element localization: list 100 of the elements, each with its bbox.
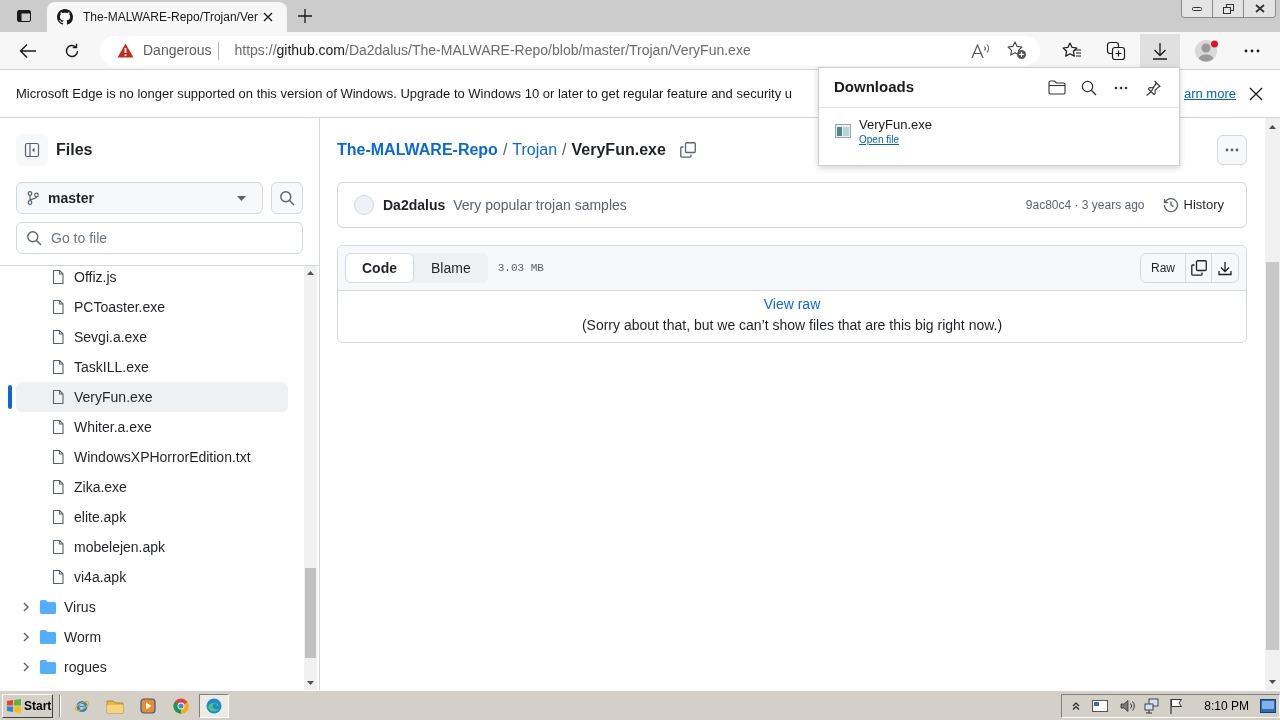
chrome-icon xyxy=(173,697,189,714)
file-tree-item[interactable]: Sevgi.a.exe xyxy=(16,322,288,352)
start-button[interactable]: Start xyxy=(2,693,53,718)
scrollbar[interactable] xyxy=(304,266,317,690)
go-to-file-field[interactable]: Go to file xyxy=(16,222,303,254)
search-button[interactable] xyxy=(271,182,303,214)
url-text[interactable]: https://github.com/Da2dalus/The-MALWARE-Repo/blob/master/Trojan/VeryFun.exe xyxy=(234,40,751,61)
scroll-up-icon xyxy=(1269,125,1276,129)
executable-file-icon xyxy=(835,124,851,138)
window-icon xyxy=(1092,699,1109,712)
more-icon xyxy=(1225,148,1239,152)
folder-tree-item[interactable]: rogues xyxy=(16,652,288,682)
file-icon xyxy=(50,329,66,345)
collections-icon xyxy=(1106,40,1126,61)
file-size: 3.03 MB xyxy=(497,260,544,276)
view-mode-tab[interactable]: Blame xyxy=(414,253,488,283)
refresh-icon xyxy=(64,42,80,59)
scrollbar[interactable] xyxy=(1265,118,1280,690)
folder-tree-item[interactable]: Worm xyxy=(16,622,288,652)
scrollbar-thumb[interactable] xyxy=(305,568,316,658)
branch-icon xyxy=(27,191,39,205)
tab-actions-icon xyxy=(16,8,32,24)
file-icon xyxy=(50,569,66,585)
folder-icon xyxy=(40,660,56,674)
file-too-large-notice: (Sorry about that, but we can’t show files that are this big right now.) xyxy=(581,316,1003,335)
download-file-name[interactable]: VeryFun.exe xyxy=(859,116,932,133)
star-plus-icon xyxy=(1007,41,1027,60)
close-window-button[interactable] xyxy=(1244,0,1275,17)
breadcrumb-link[interactable]: The-MALWARE-Repo xyxy=(337,138,498,162)
file-tree-item[interactable]: Offiz.js xyxy=(16,266,288,292)
search-icon xyxy=(279,190,296,206)
chevron-up-icon xyxy=(1072,701,1081,710)
view-raw-link[interactable]: View raw xyxy=(763,294,821,314)
minimize-button[interactable] xyxy=(1182,0,1213,17)
scroll-up-icon xyxy=(307,271,314,275)
folder-icon xyxy=(40,630,56,644)
commit-meta[interactable]: 9ac80c4 · 3 years ago xyxy=(1025,196,1145,214)
branch-select[interactable]: master xyxy=(16,182,264,214)
open-file-link[interactable]: Open file xyxy=(859,133,932,147)
pin-icon xyxy=(1145,79,1161,96)
scroll-down-icon xyxy=(1269,680,1276,684)
network-icon xyxy=(1144,697,1161,714)
user-avatar xyxy=(354,195,374,215)
file-tree-item[interactable]: vi4a.apk xyxy=(16,562,288,592)
file-icon xyxy=(50,449,66,465)
commit-author-link[interactable]: Da2dalus xyxy=(383,194,446,216)
file-icon xyxy=(50,299,66,315)
caret-down-icon xyxy=(237,195,247,201)
view-mode-tab[interactable]: Code xyxy=(345,253,414,283)
file-tree-item[interactable]: TaskILL.exe xyxy=(16,352,288,382)
plus-icon xyxy=(298,9,312,23)
breadcrumb-link[interactable]: Trojan xyxy=(512,138,558,162)
copy-path-button[interactable] xyxy=(677,140,698,160)
restore-icon xyxy=(1222,3,1234,14)
notification-message: Microsoft Edge is no longer supported on this version of Windows. Upgrade to Windows 10 or later to get regular feature and security u xyxy=(16,84,793,103)
windows-logo-icon xyxy=(6,698,22,713)
back-arrow-icon xyxy=(19,42,37,59)
file-tree-item[interactable]: Whiter.a.exe xyxy=(16,412,288,442)
panel-title: Downloads xyxy=(834,77,914,98)
scrollbar-thumb[interactable] xyxy=(1266,262,1279,650)
file-tree-item[interactable]: elite.apk xyxy=(16,502,288,532)
history-icon xyxy=(1162,197,1179,213)
file-tree-item[interactable]: VeryFun.exe xyxy=(16,382,288,412)
file-tree-item[interactable]: WindowsXPHorrorEdition.txt xyxy=(16,442,288,472)
file-tree-item[interactable]: Zika.exe xyxy=(16,472,288,502)
sidebar-toggle-icon xyxy=(24,142,40,158)
file-icon xyxy=(50,269,66,285)
learn-more-link[interactable]: arn more xyxy=(1183,83,1236,104)
folder-tree-item[interactable]: Virus xyxy=(16,592,288,622)
file-icon xyxy=(50,419,66,435)
downloads-button[interactable] xyxy=(1140,33,1180,68)
file-tree-item[interactable]: mobelejen.apk xyxy=(16,532,288,562)
browser-tab[interactable]: The-MALWARE-Repo/Trojan/Ver xyxy=(47,2,287,32)
commit-message[interactable]: Very popular trojan samples xyxy=(453,194,627,216)
file-icon xyxy=(50,539,66,555)
download-icon xyxy=(1218,260,1232,276)
more-icon xyxy=(1244,48,1260,53)
history-button[interactable]: History xyxy=(1156,191,1230,219)
taskbar-app-button[interactable] xyxy=(199,693,229,718)
sidebar-title: Files xyxy=(56,140,93,160)
more-icon xyxy=(1114,85,1128,90)
breadcrumb-separator: / xyxy=(562,140,567,160)
warning-icon xyxy=(117,43,134,58)
edge-icon xyxy=(206,697,222,714)
clock[interactable]: 8:10 PM xyxy=(1204,696,1249,715)
current-file-name: VeryFun.exe xyxy=(571,140,666,160)
selection-indicator xyxy=(8,385,12,409)
flag-icon xyxy=(1169,697,1184,714)
security-status[interactable]: Dangerous xyxy=(143,40,212,61)
file-icon xyxy=(50,389,66,405)
restore-button[interactable] xyxy=(1213,0,1244,17)
address-bar[interactable]: Dangerous https://github.com/Da2dalus/The-MALWARE-Repo/blob/master/Trojan/VeryFun.exe xyxy=(100,35,1040,66)
folder-outline-icon xyxy=(1048,80,1066,95)
favorites-icon xyxy=(1062,41,1082,60)
file-icon xyxy=(50,359,66,375)
minimize-icon xyxy=(1192,6,1202,11)
folder-icon xyxy=(106,697,124,714)
file-tree-item[interactable]: PCToaster.exe xyxy=(16,292,288,322)
collapse-sidebar-button[interactable] xyxy=(16,134,48,166)
show-desktop-button[interactable] xyxy=(1259,696,1277,715)
